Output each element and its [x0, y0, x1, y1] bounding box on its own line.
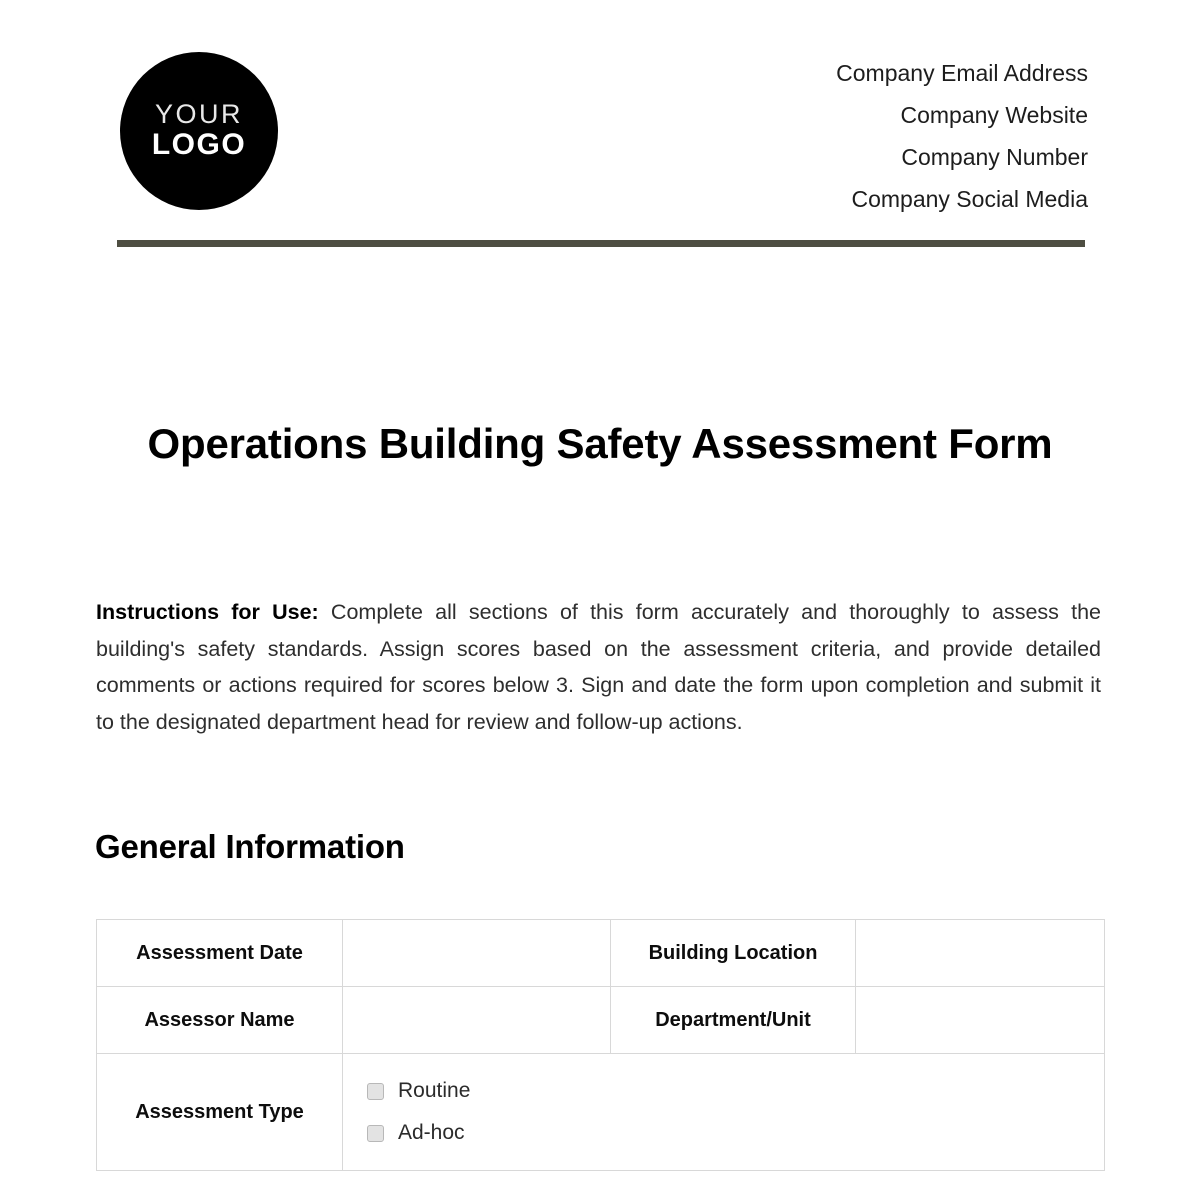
label-assessment-type: Assessment Type — [96, 1053, 343, 1171]
instructions-paragraph: Instructions for Use: Complete all secti… — [96, 594, 1101, 740]
table-row: Assessor Name Department/Unit — [96, 986, 1105, 1054]
field-assessment-date[interactable] — [342, 919, 611, 987]
company-email-address: Company Email Address — [836, 60, 1088, 86]
logo-text-logo: LOGO — [151, 128, 247, 162]
table-row: Assessment Date Building Location — [96, 919, 1105, 987]
header-divider — [117, 240, 1085, 247]
company-logo: YOUR LOGO — [120, 52, 278, 210]
company-website: Company Website — [900, 102, 1089, 128]
logo-text-your: YOUR — [154, 99, 243, 130]
general-information-table: Assessment Date Building Location Assess… — [96, 919, 1105, 1171]
checkbox-label-routine: Routine — [398, 1079, 471, 1102]
page-title: Operations Building Safety Assessment Fo… — [147, 420, 1053, 467]
label-building-location: Building Location — [610, 919, 856, 987]
field-department-unit[interactable] — [855, 986, 1105, 1054]
field-building-location[interactable] — [855, 919, 1105, 987]
document-header: YOUR LOGO Company Email Address Company … — [96, 38, 1104, 218]
checkbox-icon[interactable] — [367, 1082, 384, 1100]
checkbox-label-ad-hoc: Ad-hoc — [398, 1121, 465, 1144]
company-social-media: Company Social Media — [851, 186, 1088, 212]
field-assessment-type: Routine Ad-hoc — [342, 1053, 1105, 1171]
checkbox-icon[interactable] — [367, 1124, 384, 1142]
label-department-unit: Department/Unit — [610, 986, 856, 1054]
checkbox-option-routine[interactable]: Routine — [367, 1070, 1104, 1112]
checkbox-option-ad-hoc[interactable]: Ad-hoc — [367, 1112, 1104, 1154]
label-assessment-date: Assessment Date — [96, 919, 343, 987]
section-heading-general-information: General Information — [95, 828, 405, 865]
document-page: YOUR LOGO Company Email Address Company … — [0, 0, 1200, 1200]
field-assessor-name[interactable] — [342, 986, 611, 1054]
label-assessor-name: Assessor Name — [96, 986, 343, 1054]
company-contact-info: Company Email Address Company Website Co… — [836, 38, 1088, 220]
company-number: Company Number — [901, 144, 1088, 170]
instructions-label: Instructions for Use: — [96, 600, 319, 624]
table-row: Assessment Type Routine Ad-hoc — [96, 1053, 1105, 1171]
